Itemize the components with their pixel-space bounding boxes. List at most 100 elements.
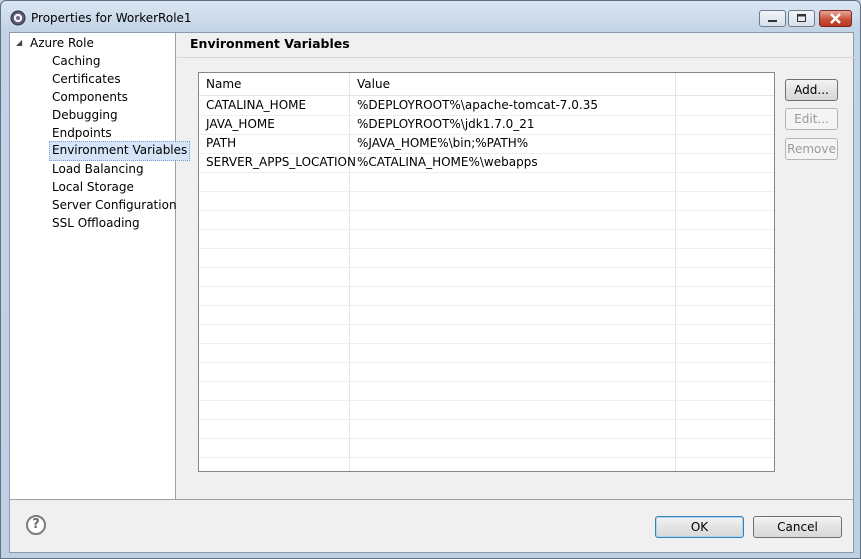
empty-cell (350, 457, 676, 471)
empty-cell (199, 343, 350, 362)
close-icon (830, 13, 841, 24)
empty-cell (199, 172, 350, 191)
empty-table-row (199, 286, 774, 306)
tree-item-components[interactable]: Components (50, 88, 130, 106)
eclipse-gear-icon (10, 10, 26, 26)
tree-item-load-balancing[interactable]: Load Balancing (50, 160, 146, 178)
tree-root-azure-role[interactable]: ◢ Azure Role (16, 34, 94, 52)
maximize-icon (797, 14, 806, 22)
empty-cell (676, 210, 774, 229)
environment-variables-table[interactable]: Name Value CATALINA_HOME %DEPLOYROOT%\ap… (198, 72, 775, 472)
table-row[interactable]: CATALINA_HOME %DEPLOYROOT%\apache-tomcat… (199, 96, 774, 116)
collapse-arrow-icon[interactable]: ◢ (16, 34, 30, 52)
empty-cell (350, 172, 676, 191)
cell-empty (676, 134, 774, 153)
empty-table-row (199, 248, 774, 268)
remove-button[interactable]: Remove (785, 138, 838, 160)
empty-cell (350, 419, 676, 438)
empty-cell (350, 362, 676, 381)
empty-table-row (199, 324, 774, 344)
empty-cell (199, 191, 350, 210)
empty-table-row (199, 381, 774, 401)
empty-cell (199, 267, 350, 286)
table-row[interactable]: PATH %JAVA_HOME%\bin;%PATH% (199, 134, 774, 154)
table-row[interactable]: JAVA_HOME %DEPLOYROOT%\jdk1.7.0_21 (199, 115, 774, 135)
minimize-icon (768, 20, 777, 22)
cell-name: SERVER_APPS_LOCATION (199, 153, 356, 172)
empty-cell (350, 210, 676, 229)
empty-cell (199, 286, 350, 305)
empty-cell (350, 438, 676, 457)
empty-table-row (199, 210, 774, 230)
property-tree[interactable]: ◢ Azure Role Caching Certificates Compone… (10, 33, 191, 499)
empty-cell (676, 267, 774, 286)
empty-cell (676, 381, 774, 400)
empty-cell (676, 400, 774, 419)
cell-value: %DEPLOYROOT%\jdk1.7.0_21 (350, 115, 676, 134)
empty-cell (199, 400, 350, 419)
dialog-client-area: ◢ Azure Role Caching Certificates Compone… (9, 32, 854, 553)
empty-table-row (199, 305, 774, 325)
empty-cell (350, 400, 676, 419)
minimize-button[interactable] (759, 10, 786, 27)
cell-name: JAVA_HOME (199, 115, 350, 134)
cell-value: %DEPLOYROOT%\apache-tomcat-7.0.35 (350, 96, 676, 115)
empty-cell (199, 381, 350, 400)
empty-cell (350, 248, 676, 267)
table-header: Name Value (199, 73, 774, 96)
column-header-name[interactable]: Name (199, 73, 350, 95)
tree-item-caching[interactable]: Caching (50, 52, 103, 70)
close-button[interactable] (819, 10, 852, 27)
empty-table-row (199, 362, 774, 382)
add-button[interactable]: Add... (785, 79, 838, 101)
tree-item-certificates[interactable]: Certificates (50, 70, 123, 88)
empty-table-row (199, 172, 774, 192)
cell-empty (676, 115, 774, 134)
empty-cell (676, 248, 774, 267)
empty-cell (350, 343, 676, 362)
empty-table-row (199, 400, 774, 420)
maximize-button[interactable] (788, 10, 815, 27)
empty-cell (199, 248, 350, 267)
tree-item-local-storage[interactable]: Local Storage (50, 178, 136, 196)
title-divider (177, 57, 854, 58)
empty-table-row (199, 191, 774, 211)
empty-table-row (199, 457, 774, 471)
tree-item-debugging[interactable]: Debugging (50, 106, 120, 124)
empty-cell (350, 191, 676, 210)
column-header-empty (676, 73, 774, 95)
empty-cell (676, 362, 774, 381)
empty-cell (676, 419, 774, 438)
tree-item-ssl-offloading[interactable]: SSL Offloading (50, 214, 142, 232)
empty-table-row (199, 438, 774, 458)
empty-cell (199, 324, 350, 343)
empty-cell (199, 229, 350, 248)
column-header-value[interactable]: Value (350, 73, 676, 95)
empty-cell (676, 229, 774, 248)
table-row[interactable]: SERVER_APPS_LOCATION %CATALINA_HOME%\web… (199, 153, 774, 173)
empty-cell (199, 362, 350, 381)
cell-value: %CATALINA_HOME%\webapps (350, 153, 676, 172)
tree-item-server-configuration[interactable]: Server Configuration (50, 196, 179, 214)
page-title: Environment Variables (190, 36, 350, 51)
empty-cell (350, 286, 676, 305)
empty-table-row (199, 343, 774, 363)
empty-cell (199, 419, 350, 438)
empty-cell (676, 286, 774, 305)
properties-dialog: Properties for WorkerRole1 ◢ Azure Role C… (0, 0, 861, 559)
empty-cell (676, 172, 774, 191)
tree-root-label: Azure Role (30, 36, 94, 50)
empty-cell (350, 267, 676, 286)
tree-item-endpoints[interactable]: Endpoints (50, 124, 114, 142)
empty-table-row (199, 419, 774, 439)
cancel-button[interactable]: Cancel (753, 516, 842, 538)
tree-item-environment-variables[interactable]: Environment Variables (49, 141, 191, 161)
window-title: Properties for WorkerRole1 (31, 11, 192, 25)
empty-table-row (199, 229, 774, 249)
cell-value: %JAVA_HOME%\bin;%PATH% (350, 134, 676, 153)
edit-button[interactable]: Edit... (785, 108, 838, 130)
help-icon[interactable]: ? (26, 515, 46, 535)
empty-cell (350, 324, 676, 343)
ok-button[interactable]: OK (655, 516, 744, 538)
title-bar[interactable]: Properties for WorkerRole1 (1, 1, 860, 33)
